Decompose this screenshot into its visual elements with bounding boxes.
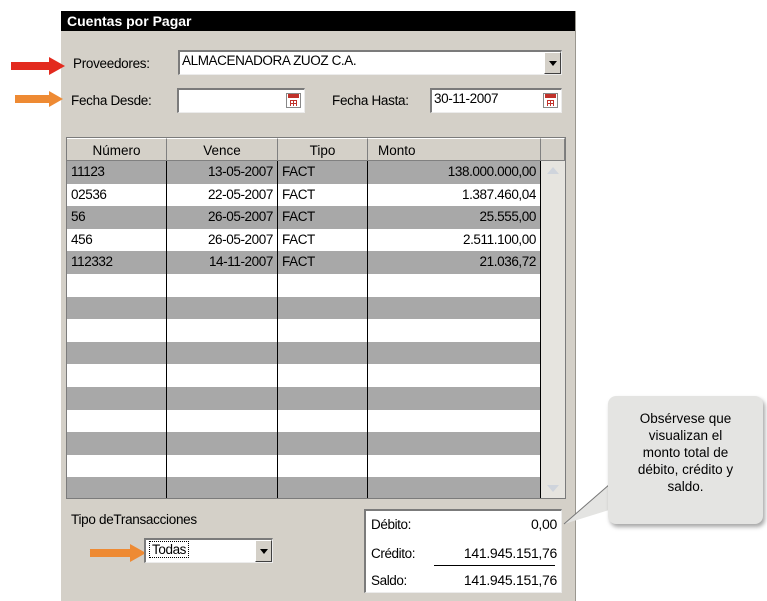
cell-vence: 22-05-2007 [167, 183, 278, 207]
callout-line: saldo. [667, 479, 704, 494]
cell-monto: 25.555,00 [368, 206, 541, 229]
cell-vence: 14-11-2007 [167, 251, 278, 274]
red-arrow-icon [11, 57, 65, 75]
column-header-vence[interactable]: Vence [167, 138, 278, 161]
fecha-desde-label: Fecha Desde: [71, 93, 152, 108]
column-header-monto[interactable]: Monto [368, 138, 541, 161]
orange-arrow-icon [15, 91, 63, 107]
cell-numero: 11123 [67, 161, 167, 184]
calendar-icon[interactable] [286, 93, 301, 108]
table-row[interactable]: 02536 22-05-2007 FACT 1.387.460,04 [67, 183, 541, 207]
fecha-desde-field[interactable] [177, 88, 305, 113]
cell-vence: 26-05-2007 [167, 206, 278, 229]
dropdown-arrow-icon[interactable] [255, 540, 272, 562]
cell-numero: 02536 [67, 183, 167, 207]
cell-monto: 2.511.100,00 [368, 228, 541, 252]
saldo-label: Saldo: [371, 573, 407, 588]
scroll-down-icon[interactable] [547, 485, 559, 492]
cell-numero: 456 [67, 228, 167, 252]
empty-row [67, 319, 541, 342]
transactions-type-label: Tipo deTransacciones [71, 512, 197, 527]
transactions-type-value: Todas [148, 541, 190, 558]
debito-label: Débito: [371, 517, 411, 532]
empty-row [67, 409, 541, 433]
callout-line: monto total de [642, 445, 729, 460]
debito-value: 0,00 [530, 516, 557, 532]
empty-row [67, 296, 541, 320]
scroll-up-icon[interactable] [547, 167, 559, 174]
table-row[interactable]: 56 26-05-2007 FACT 25.555,00 [67, 206, 541, 229]
cell-vence: 26-05-2007 [167, 228, 278, 252]
window-title: Cuentas por Pagar [61, 11, 575, 31]
proveedores-combobox[interactable]: ALMACENADORA ZUOZ C.A. [178, 50, 562, 75]
cell-monto: 21.036,72 [368, 251, 541, 274]
empty-row [67, 477, 541, 498]
fecha-hasta-field[interactable]: 30-11-2007 [430, 88, 562, 113]
table-header: Número Vence Tipo Monto [67, 138, 565, 161]
callout-line: visualizan el [648, 428, 723, 443]
column-header-spacer [541, 138, 565, 161]
table-row[interactable]: 112332 14-11-2007 FACT 21.036,72 [67, 251, 541, 274]
empty-row [67, 432, 541, 455]
cell-monto: 1.387.460,04 [368, 183, 541, 207]
table-row[interactable]: 11123 13-05-2007 FACT 138.000.000,00 [67, 161, 541, 184]
summary-divider [434, 565, 555, 566]
credito-label: Crédito: [371, 546, 416, 561]
column-header-tipo[interactable]: Tipo [278, 138, 368, 161]
cell-vence: 13-05-2007 [167, 161, 278, 184]
cell-monto: 138.000.000,00 [368, 161, 541, 184]
cell-numero: 112332 [67, 251, 167, 274]
saldo-value: 141.945.151,76 [463, 572, 557, 588]
table-body: 11123 13-05-2007 FACT 138.000.000,00 025… [67, 161, 541, 498]
invoices-table: Número Vence Tipo Monto 11123 13-05-2007… [66, 137, 566, 499]
totals-summary: Débito: 0,00 Crédito: 141.945.151,76 Sal… [364, 509, 562, 593]
transactions-type-combobox[interactable]: Todas [144, 538, 273, 563]
empty-row [67, 273, 541, 297]
table-row[interactable]: 456 26-05-2007 FACT 2.511.100,00 [67, 228, 541, 252]
dropdown-arrow-icon[interactable] [544, 52, 561, 74]
credito-value: 141.945.151,76 [463, 545, 557, 561]
cell-tipo: FACT [278, 161, 368, 184]
fecha-hasta-label: Fecha Hasta: [332, 93, 409, 108]
callout-line: Obsérvese que [639, 411, 732, 426]
orange-arrow-icon [90, 544, 146, 562]
cell-tipo: FACT [278, 183, 368, 207]
cell-tipo: FACT [278, 206, 368, 229]
proveedores-value: ALMACENADORA ZUOZ C.A. [182, 53, 357, 68]
cell-tipo: FACT [278, 228, 368, 252]
proveedores-label: Proveedores: [73, 56, 150, 71]
vertical-scrollbar[interactable] [541, 161, 565, 498]
cell-tipo: FACT [278, 251, 368, 274]
empty-row [67, 454, 541, 478]
column-header-numero[interactable]: Número [67, 138, 167, 161]
empty-row [67, 386, 541, 410]
empty-row [67, 364, 541, 387]
cell-numero: 56 [67, 206, 167, 229]
empty-row [67, 341, 541, 365]
annotation-callout: Obsérvese que visualizan el monto total … [608, 396, 763, 524]
callout-line: débito, crédito y [637, 462, 734, 477]
calendar-icon[interactable] [543, 93, 558, 108]
fecha-hasta-value: 30-11-2007 [434, 91, 499, 106]
